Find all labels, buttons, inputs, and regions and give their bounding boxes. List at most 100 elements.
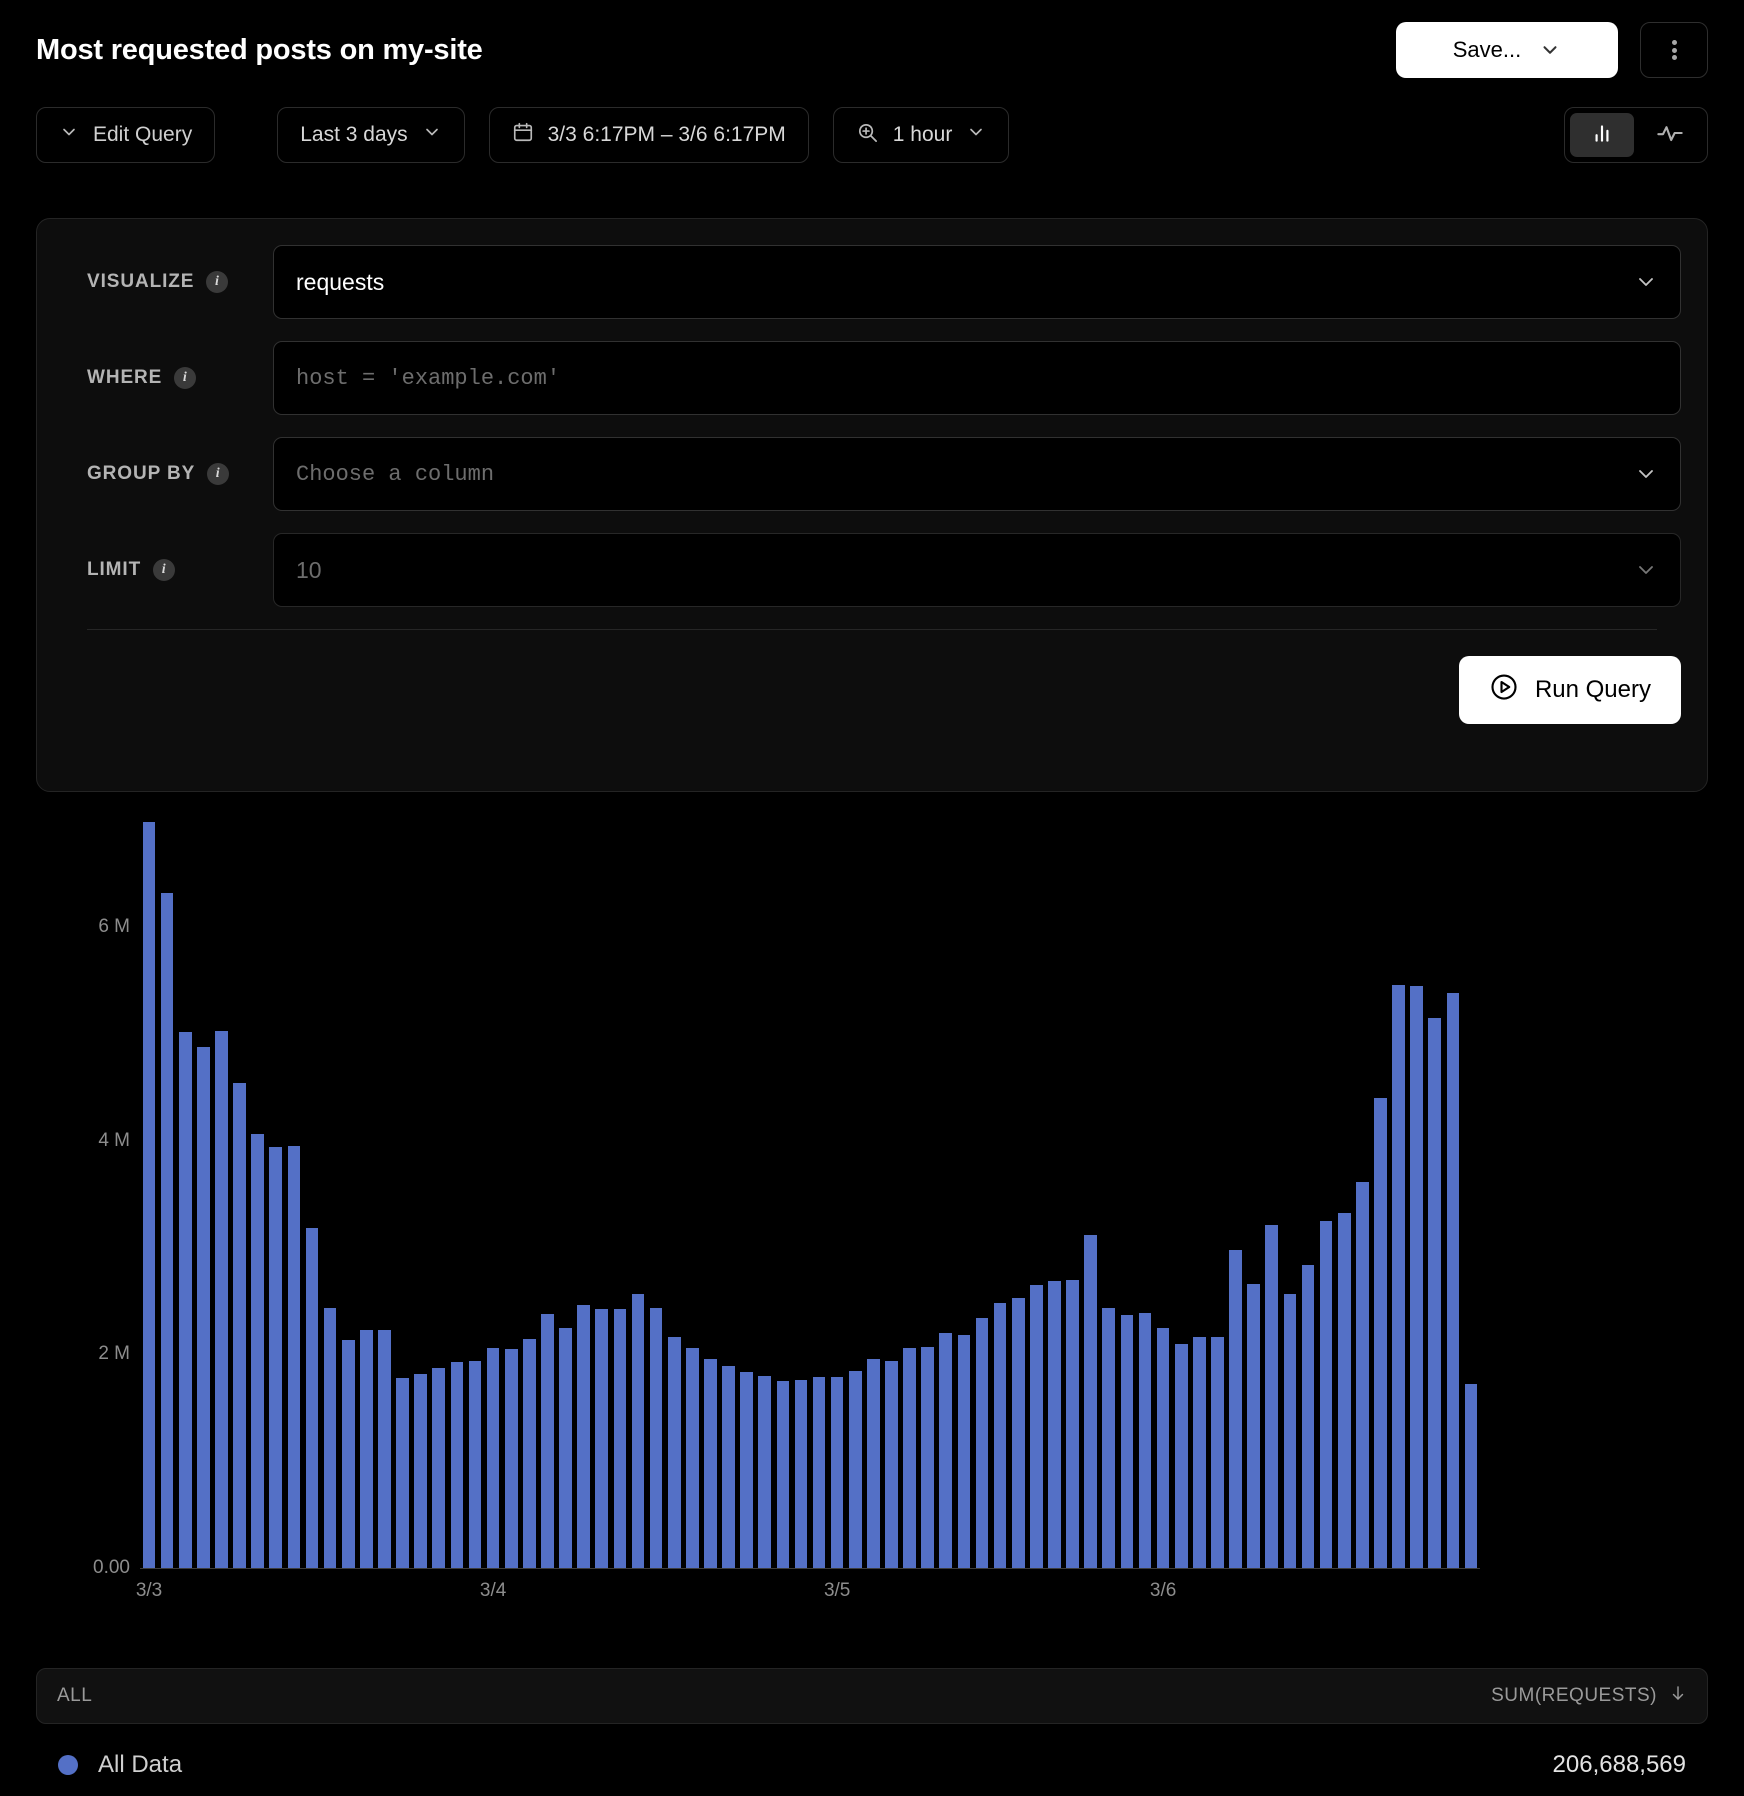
- granularity-select[interactable]: 1 hour: [833, 107, 1010, 163]
- chart-bar[interactable]: [903, 1348, 916, 1568]
- chart-bar[interactable]: [1084, 1235, 1097, 1568]
- chart-bar[interactable]: [1410, 986, 1423, 1568]
- run-query-button[interactable]: Run Query: [1459, 656, 1681, 724]
- chart-bar[interactable]: [758, 1376, 771, 1568]
- chart-bar[interactable]: [1066, 1280, 1079, 1569]
- chart-bar[interactable]: [722, 1366, 735, 1568]
- where-row: WHERE i host = 'example.com': [63, 341, 1681, 415]
- chart-bar[interactable]: [1302, 1265, 1315, 1568]
- x-axis-tick-label: 3/6: [1150, 1580, 1176, 1602]
- chart-bar[interactable]: [215, 1031, 228, 1568]
- chart-bar[interactable]: [324, 1308, 337, 1568]
- chart-bar[interactable]: [1157, 1328, 1170, 1568]
- chart-bar[interactable]: [595, 1309, 608, 1568]
- chart-bar[interactable]: [1356, 1182, 1369, 1568]
- chart-plot-area[interactable]: [140, 820, 1480, 1568]
- metric-column-header-group[interactable]: SUM(REQUESTS): [1491, 1684, 1687, 1708]
- chart-bar[interactable]: [396, 1378, 409, 1568]
- chart-bar[interactable]: [1175, 1344, 1188, 1568]
- chart-bar[interactable]: [976, 1318, 989, 1568]
- chart-bar[interactable]: [831, 1377, 844, 1568]
- chart-bar[interactable]: [958, 1335, 971, 1568]
- chart-bar[interactable]: [867, 1359, 880, 1568]
- chart-bar[interactable]: [1121, 1315, 1134, 1568]
- chevron-down-icon: [966, 122, 986, 148]
- legend-list-item[interactable]: All Data 206,688,569: [36, 1740, 1708, 1790]
- info-icon[interactable]: i: [206, 271, 228, 293]
- limit-label-group: LIMIT i: [63, 559, 273, 581]
- chart-bar[interactable]: [577, 1305, 590, 1568]
- chart-bar[interactable]: [1265, 1225, 1278, 1568]
- chart-bar[interactable]: [939, 1333, 952, 1568]
- metric-column-header: SUM(REQUESTS): [1491, 1685, 1657, 1707]
- chart-bar[interactable]: [541, 1314, 554, 1568]
- chart-bar[interactable]: [704, 1359, 717, 1568]
- info-icon[interactable]: i: [174, 367, 196, 389]
- chart-bar[interactable]: [1392, 985, 1405, 1568]
- save-button[interactable]: Save...: [1396, 22, 1618, 78]
- chart-bar[interactable]: [233, 1083, 246, 1568]
- chart-bar[interactable]: [1447, 993, 1460, 1568]
- group-by-select[interactable]: Choose a column: [273, 437, 1681, 511]
- chart-bar[interactable]: [921, 1347, 934, 1568]
- chart-bar[interactable]: [559, 1328, 572, 1568]
- chart-bar[interactable]: [342, 1340, 355, 1568]
- chart-bar[interactable]: [1338, 1213, 1351, 1568]
- chart-bar[interactable]: [451, 1362, 464, 1568]
- chart-bar[interactable]: [288, 1146, 301, 1568]
- limit-select[interactable]: 10: [273, 533, 1681, 607]
- chart-bar[interactable]: [432, 1368, 445, 1568]
- chart-bar[interactable]: [994, 1303, 1007, 1568]
- chart-bar[interactable]: [269, 1147, 282, 1568]
- chart-bar[interactable]: [161, 893, 174, 1568]
- chart-bar[interactable]: [1465, 1384, 1478, 1568]
- chart-bar[interactable]: [306, 1228, 319, 1568]
- chart-bar[interactable]: [1428, 1018, 1441, 1568]
- chart-bar[interactable]: [849, 1371, 862, 1568]
- chart-bar[interactable]: [1048, 1281, 1061, 1568]
- chart-type-line-button[interactable]: [1638, 113, 1702, 157]
- chart-bar[interactable]: [523, 1339, 536, 1568]
- chart-bar[interactable]: [505, 1349, 518, 1568]
- chart-bar[interactable]: [795, 1380, 808, 1568]
- info-icon[interactable]: i: [207, 463, 229, 485]
- chart-bar[interactable]: [1320, 1221, 1333, 1568]
- edit-query-button[interactable]: Edit Query: [36, 107, 215, 163]
- chart-bar[interactable]: [1193, 1337, 1206, 1568]
- chart-bar[interactable]: [360, 1330, 373, 1568]
- visualize-select[interactable]: requests: [273, 245, 1681, 319]
- chart-bar[interactable]: [1211, 1337, 1224, 1568]
- chart-bar[interactable]: [179, 1032, 192, 1568]
- info-icon[interactable]: i: [153, 559, 175, 581]
- date-range-picker[interactable]: 3/3 6:17PM – 3/6 6:17PM: [489, 107, 809, 163]
- chart-bar[interactable]: [1284, 1294, 1297, 1568]
- more-options-button[interactable]: [1640, 22, 1708, 78]
- requests-bar-chart: 0.002 M4 M6 M 3/33/43/53/6: [0, 820, 1744, 1620]
- chart-bar[interactable]: [1229, 1250, 1242, 1568]
- chart-bar[interactable]: [378, 1330, 391, 1568]
- chart-bar[interactable]: [1247, 1284, 1260, 1568]
- chart-bar[interactable]: [414, 1374, 427, 1568]
- chart-bar[interactable]: [813, 1377, 826, 1568]
- where-input[interactable]: host = 'example.com': [273, 341, 1681, 415]
- chart-bar[interactable]: [686, 1348, 699, 1568]
- chart-bar[interactable]: [740, 1372, 753, 1568]
- chart-bar[interactable]: [1030, 1285, 1043, 1568]
- chart-bar[interactable]: [885, 1361, 898, 1568]
- time-range-select[interactable]: Last 3 days: [277, 107, 464, 163]
- chart-bar[interactable]: [1012, 1298, 1025, 1568]
- chart-bar[interactable]: [143, 822, 156, 1568]
- chart-bar[interactable]: [251, 1134, 264, 1568]
- chart-bar[interactable]: [1139, 1313, 1152, 1568]
- chart-bar[interactable]: [487, 1348, 500, 1568]
- chart-bar[interactable]: [614, 1309, 627, 1568]
- chart-bar[interactable]: [632, 1294, 645, 1568]
- chart-type-bar-button[interactable]: [1570, 113, 1634, 157]
- chart-bar[interactable]: [668, 1337, 681, 1568]
- chart-bar[interactable]: [197, 1047, 210, 1568]
- chart-bar[interactable]: [650, 1308, 663, 1568]
- chart-bar[interactable]: [1374, 1098, 1387, 1568]
- chart-bar[interactable]: [1102, 1308, 1115, 1568]
- chart-bar[interactable]: [777, 1381, 790, 1568]
- chart-bar[interactable]: [469, 1361, 482, 1568]
